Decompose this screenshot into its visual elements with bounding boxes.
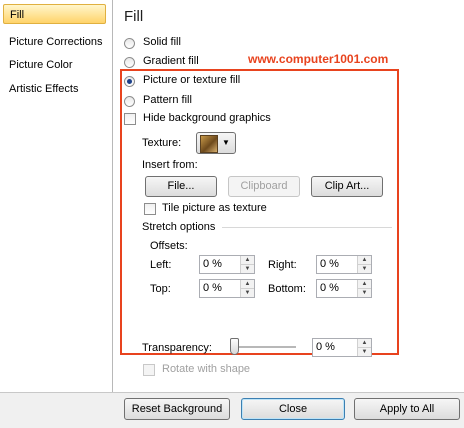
transparency-slider-thumb[interactable] — [230, 338, 239, 355]
hide-background-checkbox[interactable] — [124, 113, 136, 125]
sidebar-item-label: Picture Color — [9, 59, 73, 71]
spin-down-icon[interactable]: ▼ — [358, 289, 371, 297]
spin-up-icon[interactable]: ▲ — [358, 280, 371, 289]
reset-background-button[interactable]: Reset Background — [124, 398, 230, 420]
category-sidebar: Fill Picture Corrections Picture Color A… — [0, 0, 113, 392]
transparency-spinner[interactable]: 0 % ▲ ▼ — [312, 338, 372, 357]
bottom-offset-spinner[interactable]: 0 % ▲ ▼ — [316, 279, 372, 298]
spin-up-icon[interactable]: ▲ — [241, 280, 254, 289]
picture-texture-fill-radio[interactable] — [124, 76, 135, 87]
hide-background-label: Hide background graphics — [143, 112, 271, 124]
spinner-arrows: ▲ ▼ — [240, 256, 254, 273]
picture-texture-fill-label: Picture or texture fill — [143, 74, 241, 86]
apply-to-all-button[interactable]: Apply to All — [354, 398, 460, 420]
clipboard-button[interactable]: Clipboard — [228, 176, 300, 197]
solid-fill-label: Solid fill — [143, 36, 181, 48]
stretch-separator — [222, 227, 392, 228]
sidebar-item-picture-corrections[interactable]: Picture Corrections — [3, 32, 106, 52]
right-offset-label: Right: — [268, 259, 297, 271]
texture-swatch-icon — [200, 135, 218, 153]
gradient-fill-label: Gradient fill — [143, 55, 199, 67]
stretch-options-label: Stretch options — [142, 221, 216, 233]
spin-down-icon[interactable]: ▼ — [241, 265, 254, 273]
spin-up-icon[interactable]: ▲ — [358, 256, 371, 265]
footer-divider — [0, 392, 464, 393]
close-button[interactable]: Close — [241, 398, 345, 420]
sidebar-item-artistic-effects[interactable]: Artistic Effects — [3, 79, 106, 99]
transparency-value: 0 % — [316, 341, 335, 353]
spinner-arrows: ▲ ▼ — [240, 280, 254, 297]
transparency-label: Transparency: — [142, 342, 212, 354]
spinner-arrows: ▲ ▼ — [357, 256, 371, 273]
left-offset-spinner[interactable]: 0 % ▲ ▼ — [199, 255, 255, 274]
spin-down-icon[interactable]: ▼ — [241, 289, 254, 297]
rotate-with-shape-label: Rotate with shape — [162, 363, 251, 375]
file-button[interactable]: File... — [145, 176, 217, 197]
texture-label: Texture: — [142, 137, 182, 149]
tile-picture-checkbox[interactable] — [144, 203, 156, 215]
rotate-with-shape-checkbox[interactable] — [143, 364, 155, 376]
bottom-offset-label: Bottom: — [268, 283, 306, 295]
top-offset-value: 0 % — [203, 282, 222, 294]
bottom-offset-value: 0 % — [320, 282, 339, 294]
spin-up-icon[interactable]: ▲ — [358, 339, 371, 348]
solid-fill-radio[interactable] — [124, 38, 135, 49]
sidebar-item-label: Fill — [10, 9, 25, 21]
tile-picture-label: Tile picture as texture — [162, 202, 267, 214]
gradient-fill-radio[interactable] — [124, 57, 135, 68]
pattern-fill-label: Pattern fill — [143, 94, 192, 106]
sidebar-item-fill[interactable]: Fill — [3, 4, 106, 24]
insert-from-label: Insert from: — [142, 159, 198, 171]
pattern-fill-radio[interactable] — [124, 96, 135, 107]
sidebar-item-picture-color[interactable]: Picture Color — [3, 55, 106, 75]
spin-up-icon[interactable]: ▲ — [241, 256, 254, 265]
left-offset-value: 0 % — [203, 258, 222, 270]
offsets-label: Offsets: — [150, 240, 188, 252]
clip-art-button[interactable]: Clip Art... — [311, 176, 383, 197]
spinner-arrows: ▲ ▼ — [357, 339, 371, 356]
transparency-slider-track[interactable] — [232, 346, 296, 348]
page-title: Fill — [124, 8, 144, 25]
spinner-arrows: ▲ ▼ — [357, 280, 371, 297]
spin-down-icon[interactable]: ▼ — [358, 265, 371, 273]
watermark-text: www.computer1001.com — [248, 52, 389, 66]
spin-down-icon[interactable]: ▼ — [358, 348, 371, 356]
top-offset-label: Top: — [150, 283, 171, 295]
right-offset-spinner[interactable]: 0 % ▲ ▼ — [316, 255, 372, 274]
right-offset-value: 0 % — [320, 258, 339, 270]
sidebar-item-label: Artistic Effects — [9, 83, 79, 95]
left-offset-label: Left: — [150, 259, 172, 271]
sidebar-item-label: Picture Corrections — [9, 36, 103, 48]
chevron-down-icon: ▼ — [222, 138, 230, 147]
texture-dropdown[interactable]: ▼ — [196, 132, 236, 154]
top-offset-spinner[interactable]: 0 % ▲ ▼ — [199, 279, 255, 298]
